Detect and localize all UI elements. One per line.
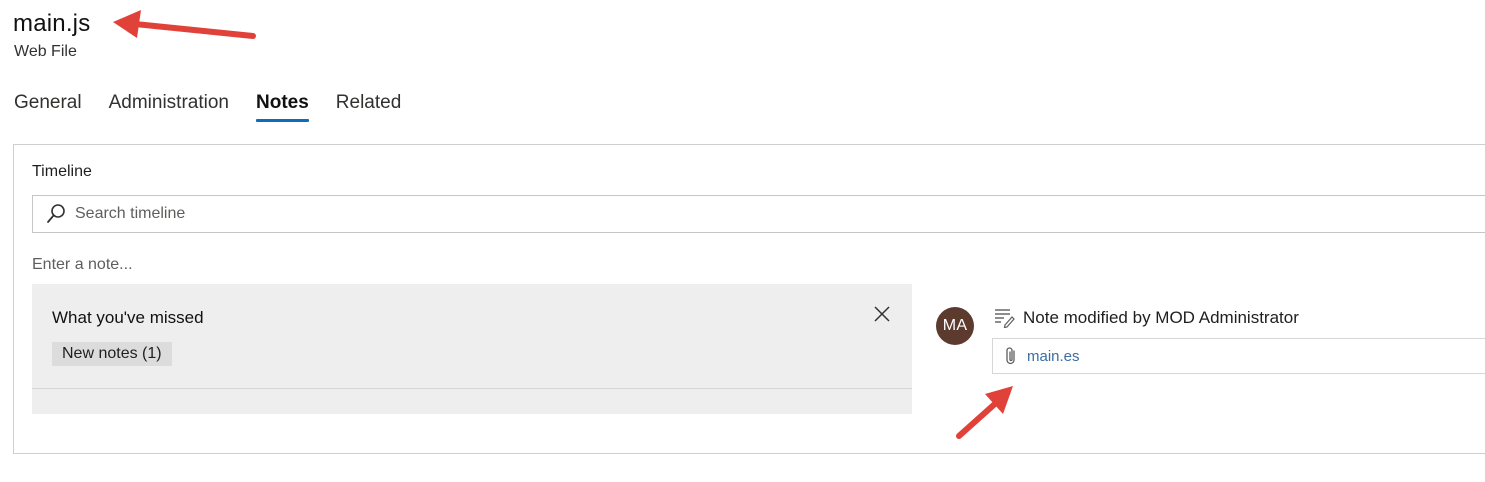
- tab-administration[interactable]: Administration: [109, 92, 229, 122]
- timeline-panel: Timeline Search timeline Enter a note...…: [13, 144, 1485, 454]
- search-icon: [45, 203, 67, 225]
- annotation-arrow-title: [113, 10, 256, 39]
- record-type: Web File: [14, 43, 77, 60]
- paperclip-icon: [1003, 346, 1019, 366]
- new-notes-button[interactable]: New notes (1): [52, 342, 172, 366]
- attachment-row: main.es: [992, 338, 1485, 374]
- close-icon[interactable]: [872, 304, 892, 324]
- note-icon: [993, 306, 1015, 329]
- note-activity-title: Note modified by MOD Administrator: [1023, 308, 1299, 327]
- tab-bar: General Administration Notes Related: [14, 92, 401, 122]
- whats-missed-card: What you've missed New notes (1): [32, 284, 912, 414]
- timeline-label: Timeline: [32, 163, 92, 180]
- avatar: MA: [936, 307, 974, 345]
- tab-general[interactable]: General: [14, 92, 82, 122]
- search-placeholder: Search timeline: [75, 205, 186, 222]
- whats-missed-header: What you've missed New notes (1): [32, 284, 912, 389]
- whats-missed-title: What you've missed: [52, 308, 204, 327]
- search-timeline-input[interactable]: Search timeline: [32, 195, 1485, 233]
- record-title: main.js: [13, 10, 91, 37]
- enter-note-field[interactable]: Enter a note...: [32, 256, 133, 274]
- attachment-link[interactable]: main.es: [1027, 348, 1080, 365]
- tab-related[interactable]: Related: [336, 92, 402, 122]
- tab-notes[interactable]: Notes: [256, 92, 309, 122]
